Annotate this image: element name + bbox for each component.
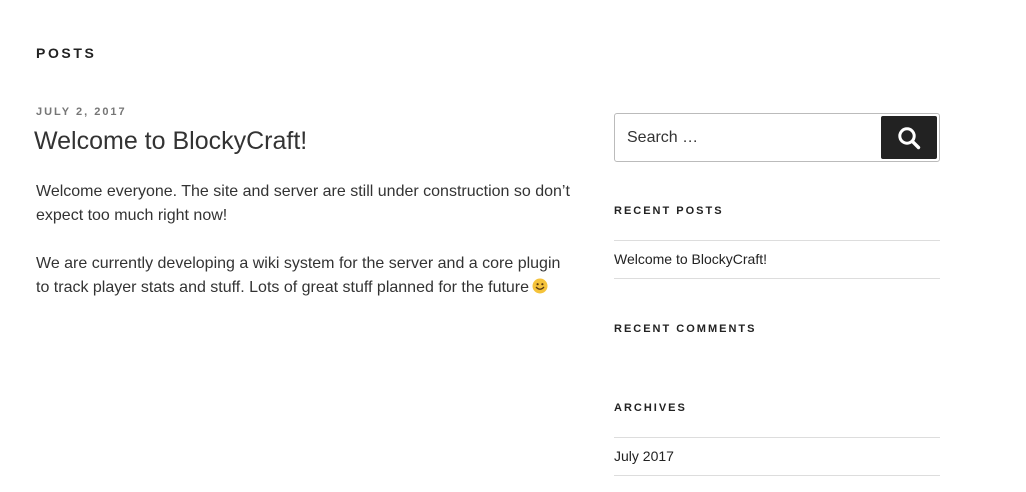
recent-comments-widget: Recent Comments xyxy=(614,323,940,335)
archives-list: July 2017 xyxy=(614,437,940,476)
archives-widget: Archives July 2017 xyxy=(614,402,940,476)
archive-link[interactable]: July 2017 xyxy=(614,448,674,464)
recent-post-link[interactable]: Welcome to BlockyCraft! xyxy=(614,251,767,267)
post-paragraph: We are currently developing a wiki syste… xyxy=(36,252,571,300)
post-title[interactable]: Welcome to BlockyCraft! xyxy=(34,126,571,156)
recent-posts-widget: Recent Posts Welcome to BlockyCraft! xyxy=(614,205,940,279)
list-item: July 2017 xyxy=(614,438,940,476)
search-icon xyxy=(898,126,921,149)
post-article: July 2, 2017 Welcome to BlockyCraft! Wel… xyxy=(34,106,571,324)
smiley-face-icon xyxy=(532,278,548,294)
recent-posts-title: Recent Posts xyxy=(614,205,724,217)
page-title: Posts xyxy=(36,45,97,61)
archives-title: Archives xyxy=(614,402,687,414)
post-paragraph-text: We are currently developing a wiki syste… xyxy=(36,255,561,296)
search-button[interactable]: Search xyxy=(881,116,937,159)
list-item: Welcome to BlockyCraft! xyxy=(614,241,940,279)
page: Posts July 2, 2017 Welcome to BlockyCraf… xyxy=(0,0,1026,492)
post-paragraph: Welcome everyone. The site and server ar… xyxy=(36,183,570,224)
search-form: Search xyxy=(614,113,940,162)
sidebar: Search Recent Posts Welcome to BlockyCra… xyxy=(614,113,940,476)
post-body: Welcome everyone. The site and server ar… xyxy=(36,180,571,300)
recent-comments-title: Recent Comments xyxy=(614,323,757,335)
recent-posts-list: Welcome to BlockyCraft! xyxy=(614,240,940,279)
post-date[interactable]: July 2, 2017 xyxy=(36,106,571,118)
